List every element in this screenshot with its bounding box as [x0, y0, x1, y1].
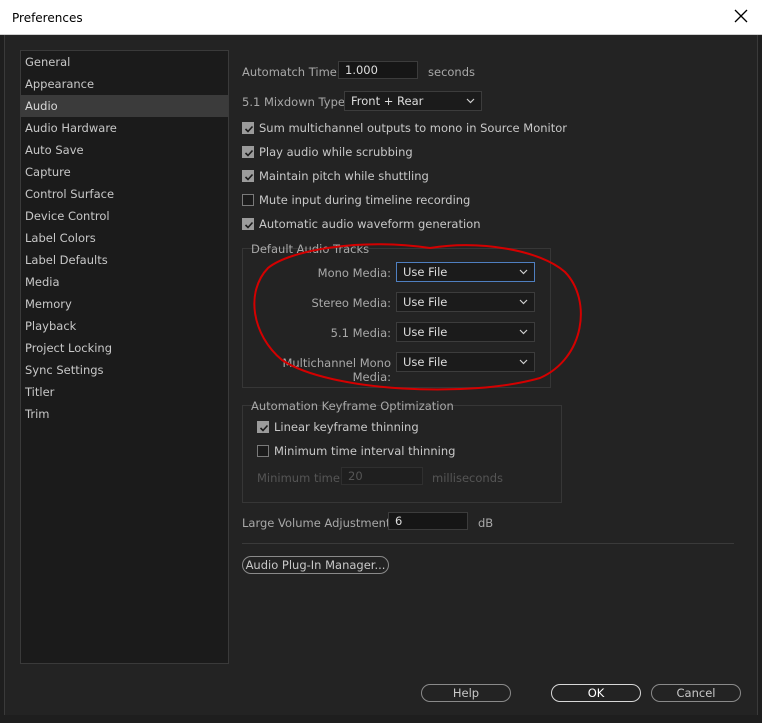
annotation-ellipse	[253, 243, 582, 391]
